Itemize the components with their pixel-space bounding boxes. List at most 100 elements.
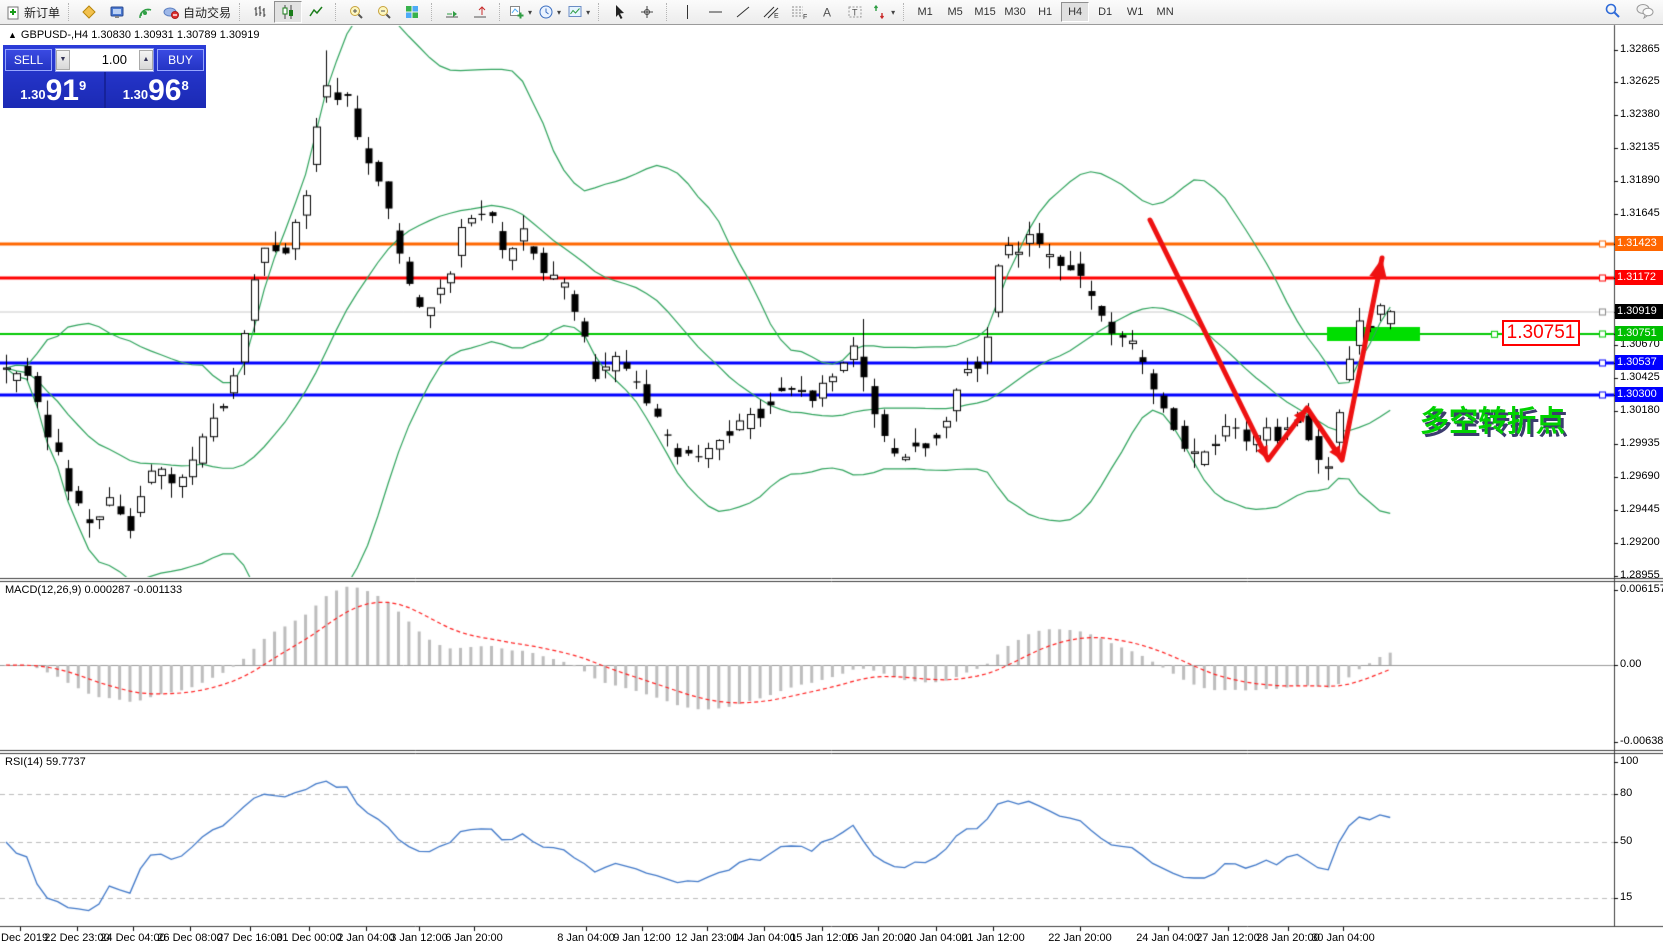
text-button[interactable]: A bbox=[813, 1, 841, 23]
timeframe-button-M30[interactable]: M30 bbox=[1001, 2, 1029, 22]
gold-button[interactable] bbox=[75, 1, 103, 23]
price-level-tag: 1.30751 bbox=[1615, 326, 1663, 341]
price-callout-label[interactable]: 1.30751 bbox=[1502, 320, 1580, 346]
chart-canvas[interactable] bbox=[0, 0, 1663, 949]
autotrade-cloud-icon bbox=[162, 4, 180, 20]
price-tick-label: 1.32865 bbox=[1620, 43, 1662, 55]
line-chart-button[interactable] bbox=[302, 1, 330, 23]
autotrade-label: 自动交易 bbox=[183, 4, 231, 21]
zoom-out-button[interactable] bbox=[370, 1, 398, 23]
auto-scroll-icon bbox=[444, 4, 461, 20]
price-level-tag: 1.30537 bbox=[1615, 355, 1663, 370]
crosshair-button[interactable] bbox=[633, 1, 661, 23]
autotrade-button[interactable]: 自动交易 bbox=[159, 1, 234, 23]
horizontal-line-button[interactable] bbox=[701, 1, 729, 23]
macd-label: MACD(12,26,9) 0.000287 -0.001133 bbox=[5, 584, 182, 596]
signals-button[interactable] bbox=[131, 1, 159, 23]
time-axis-label: 30 Jan 04:00 bbox=[1298, 932, 1388, 944]
svg-text:A: A bbox=[823, 6, 831, 20]
terminal-button[interactable] bbox=[103, 1, 131, 23]
periods-clock-button[interactable]: ▾ bbox=[535, 1, 564, 23]
search-icon[interactable] bbox=[1604, 2, 1621, 19]
arrows-icon bbox=[872, 4, 889, 20]
trendline-icon bbox=[735, 4, 752, 20]
price-tick-label: 1.31890 bbox=[1620, 174, 1662, 186]
tile-windows-icon bbox=[404, 4, 421, 20]
collapse-arrow-icon[interactable]: ▲ bbox=[8, 30, 17, 40]
rsi-axis-label: 80 bbox=[1620, 787, 1662, 799]
macd-axis-label: 0.00 bbox=[1620, 658, 1662, 670]
lot-spinner: ▼ ▲ bbox=[55, 48, 154, 72]
time-axis-label: 6 Jan 20:00 bbox=[429, 932, 519, 944]
trendline-button[interactable] bbox=[729, 1, 757, 23]
arrows-button[interactable]: ▾ bbox=[869, 1, 898, 23]
timeframe-button-M15[interactable]: M15 bbox=[971, 2, 999, 22]
zoom-in-button[interactable] bbox=[342, 1, 370, 23]
candlestick-chart-icon bbox=[280, 4, 297, 20]
price-tick-label: 1.29935 bbox=[1620, 437, 1662, 449]
equidistant-channel-icon: E bbox=[762, 4, 781, 20]
gold-icon bbox=[81, 4, 98, 20]
macd-axis-label: -0.00638 bbox=[1620, 735, 1662, 747]
timeframe-button-M1[interactable]: M1 bbox=[911, 2, 939, 22]
lot-decrease-button[interactable]: ▼ bbox=[56, 50, 70, 70]
buy-button[interactable]: BUY bbox=[157, 49, 204, 71]
price-level-tag: 1.30300 bbox=[1615, 387, 1663, 402]
svg-text:F: F bbox=[803, 14, 807, 20]
crosshair-icon bbox=[639, 4, 656, 20]
indicators-add-button[interactable]: ▾ bbox=[506, 1, 535, 23]
timeframe-button-M5[interactable]: M5 bbox=[941, 2, 969, 22]
tile-windows-button[interactable] bbox=[398, 1, 426, 23]
turning-point-annotation[interactable]: 多空转折点 bbox=[1420, 398, 1565, 440]
new-order-button[interactable]: 新订单 bbox=[3, 1, 63, 23]
periods-clock-icon bbox=[538, 4, 555, 20]
cursor-button[interactable] bbox=[605, 1, 633, 23]
rsi-label: RSI(14) 59.7737 bbox=[5, 756, 86, 768]
price-tick-label: 1.28955 bbox=[1620, 569, 1662, 581]
rsi-axis-label: 15 bbox=[1620, 891, 1662, 903]
fibonacci-button[interactable]: F bbox=[785, 1, 813, 23]
timeframe-button-H1[interactable]: H1 bbox=[1031, 2, 1059, 22]
buy-price[interactable]: 1.30968 bbox=[106, 72, 207, 108]
one-click-trading-panel: SELL ▼ ▲ BUY 1.30919 1.30968 bbox=[3, 45, 206, 108]
line-chart-icon bbox=[308, 4, 325, 20]
rsi-axis-label: 100 bbox=[1620, 755, 1662, 767]
indicators-add-icon bbox=[509, 4, 526, 20]
bar-chart-button[interactable] bbox=[246, 1, 274, 23]
timeframe-button-D1[interactable]: D1 bbox=[1091, 2, 1119, 22]
svg-text:E: E bbox=[774, 13, 779, 20]
text-icon: A bbox=[820, 4, 835, 20]
auto-scroll-button[interactable] bbox=[438, 1, 466, 23]
bar-chart-icon bbox=[252, 4, 269, 20]
price-tick-label: 1.29445 bbox=[1620, 503, 1662, 515]
lot-increase-button[interactable]: ▲ bbox=[139, 50, 153, 70]
price-tick-label: 1.32625 bbox=[1620, 75, 1662, 87]
symbol-ohlc-text: GBPUSD-,H4 1.30830 1.30931 1.30789 1.309… bbox=[21, 29, 260, 41]
price-tick-label: 1.30180 bbox=[1620, 404, 1662, 416]
text-label-icon: T bbox=[847, 4, 864, 20]
svg-text:T: T bbox=[852, 8, 858, 18]
timeframe-button-MN[interactable]: MN bbox=[1151, 2, 1179, 22]
timeframe-button-W1[interactable]: W1 bbox=[1121, 2, 1149, 22]
vertical-line-button[interactable] bbox=[673, 1, 701, 23]
price-tick-label: 1.29690 bbox=[1620, 470, 1662, 482]
sell-price[interactable]: 1.30919 bbox=[3, 72, 104, 108]
sell-button[interactable]: SELL bbox=[5, 49, 52, 71]
vertical-line-icon bbox=[681, 4, 694, 20]
timeframe-toolbar: M1M5M15M30H1H4D1W1MN bbox=[907, 1, 1183, 23]
lot-input[interactable] bbox=[70, 50, 139, 70]
time-axis-label: 21 Jan 12:00 bbox=[948, 932, 1038, 944]
new-order-icon bbox=[6, 5, 21, 20]
text-label-button[interactable]: T bbox=[841, 1, 869, 23]
chart-shift-button[interactable] bbox=[466, 1, 494, 23]
equidistant-channel-button[interactable]: E bbox=[757, 1, 785, 23]
new-order-label: 新订单 bbox=[24, 4, 60, 21]
rsi-axis-label: 50 bbox=[1620, 835, 1662, 847]
price-tick-label: 1.32380 bbox=[1620, 108, 1662, 120]
chart-shift-icon bbox=[472, 4, 489, 20]
candlestick-chart-button[interactable] bbox=[274, 1, 302, 23]
templates-button[interactable]: ▾ bbox=[564, 1, 593, 23]
chat-icon[interactable] bbox=[1635, 2, 1655, 19]
horizontal-line-icon bbox=[707, 4, 724, 20]
timeframe-button-H4[interactable]: H4 bbox=[1061, 2, 1089, 22]
